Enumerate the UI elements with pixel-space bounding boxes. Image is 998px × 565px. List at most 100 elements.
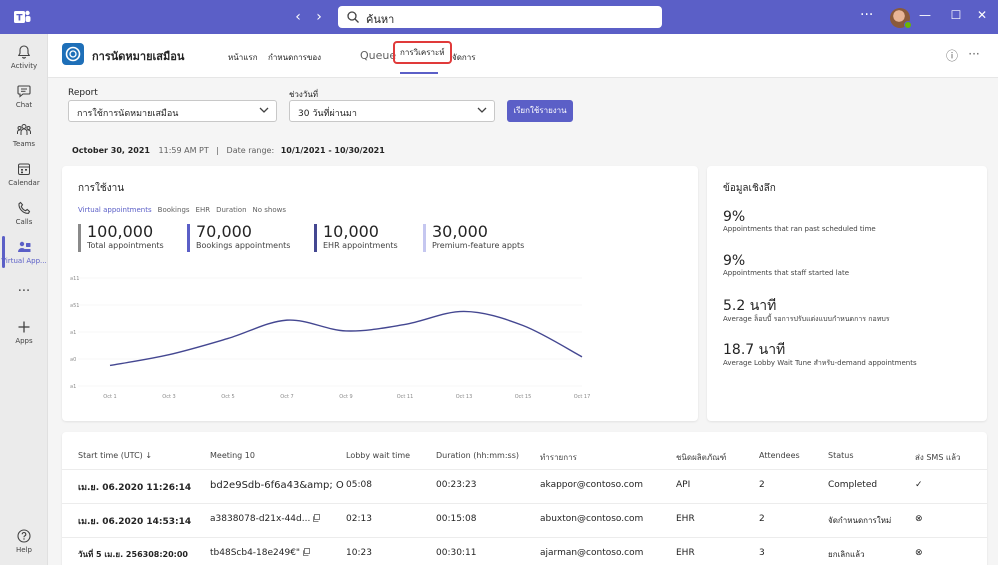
cell-start-time: เม.ย. 06.2020 14:53:14 [78,517,192,527]
x-tick-label: Oct 9 [339,394,352,400]
sms-not-sent-icon: ⊗ [915,548,923,558]
plus-icon [18,321,30,333]
kpi-label: Premium-feature appts [432,241,525,250]
kpi-color-bar [423,224,426,252]
chart-tabs: Virtual appointments Bookings EHR Duration N… [78,206,292,214]
table-row[interactable]: เม.ย. 06.2020 14:53:14 a3838078-d21x-44d… [62,503,987,537]
sms-check-icon: ✓ [915,480,923,490]
chat-icon [17,85,31,98]
report-label: Report [68,88,98,98]
column-header-staff[interactable]: ทำรายการ [540,451,577,464]
report-date: October 30, 2021 [72,146,150,155]
cell-status: Completed [828,480,878,490]
insight-value: 9% [723,253,746,269]
column-header-attendees[interactable]: Attendees [759,451,800,460]
chart-tab-duration[interactable]: Duration [216,206,246,214]
cell-product: API [676,480,691,490]
cell-duration: 00:15:08 [436,514,477,524]
cell-attendees: 3 [759,548,765,558]
cell-attendees: 2 [759,480,765,490]
tab-analytics[interactable]: การวิเคราะห์ [393,41,452,64]
kpi-ehr-appointments: 10,000 EHR appointments [314,224,398,252]
insights-title: ข้อมูลเชิงลึก [723,183,776,194]
insight-label: Appointments that staff started late [723,269,849,277]
column-header-start-time[interactable]: Start time (UTC) ↓ [78,451,152,460]
insight-label: Average Lobby Wait Tune สำหรับ-demand ap… [723,359,917,367]
calendar-icon [18,163,30,175]
insight-value: 9% [723,209,746,225]
kpi-color-bar [314,224,317,252]
kpi-value: 10,000 [323,222,379,241]
chart-tab-no-shows[interactable]: No shows [253,206,286,214]
sms-not-sent-icon: ⊗ [915,514,923,524]
date-range-select[interactable]: 30 วันที่ผ่านมา [289,100,495,122]
tab-manage[interactable]: จัดการ [452,51,476,64]
left-rail: Activity Chat Teams Calendar Calls Virtu… [0,34,48,565]
x-tick-label: Oct 1 [103,394,116,400]
tab-home[interactable]: หน้าแรก [228,51,258,64]
forward-arrow-icon[interactable]: › [311,9,327,25]
y-tick-label: ล0 [70,357,76,363]
app-title: การนัดหมายเสมือน [92,50,185,63]
table-row[interactable]: วันที่ 5 เม.ย. 256308:20:00 tb48Scb4-18e… [62,537,987,565]
cell-status: ยกเลิกแล้ว [828,550,865,559]
rail-item-chat[interactable]: Chat [0,83,48,123]
kpi-total-appointments: 100,000 Total appointments [78,224,164,252]
insight-item: 5.2 นาที Average ล็อบบี้ รอการปรับแต่งแบ… [723,298,890,325]
rail-item-teams[interactable]: Teams [0,122,48,162]
rail-item-calendar[interactable]: Calendar [0,161,48,201]
run-report-button[interactable]: เรียกใช้รายงาน [507,100,573,122]
report-select[interactable]: การใช้การนัดหมายเสมือน [68,100,277,122]
close-icon[interactable]: ✕ [974,8,990,22]
cell-attendees: 2 [759,514,765,524]
copy-icon[interactable] [302,548,310,556]
column-header-product-type[interactable]: ชนิดผลิตภัณฑ์ [676,451,726,464]
chart-tab-ehr[interactable]: EHR [196,206,211,214]
rail-item-calls[interactable]: Calls [0,200,48,240]
rail-item-more[interactable]: ··· [0,284,48,324]
column-header-sms-sent[interactable]: ส่ง SMS แล้ว [915,451,960,464]
phone-icon [18,201,31,214]
rail-item-virtual-appointments[interactable]: Virtual App... [0,239,48,279]
y-tick-label: ล51 [70,303,79,309]
rail-item-apps[interactable]: Apps [0,319,48,359]
teams-logo-icon[interactable]: T [12,7,32,27]
usage-line-chart: ล11 ล51 ล1 ล0 ล1 Oct 1 Oct 3 Oct 5 Oct 7 Oct 9 Oct… [70,276,590,400]
help-icon [17,529,31,543]
tab-schedule[interactable]: กำหนดการของ [268,51,321,64]
column-header-meeting-id[interactable]: Meeting 10 [210,451,255,460]
table-row[interactable]: เม.ย. 06.2020 11:26:14 bd2e9Sdb-6f6a43&a… [62,469,987,503]
chart-tab-bookings[interactable]: Bookings [158,206,190,214]
x-tick-label: Oct 15 [515,394,532,400]
insight-item: 18.7 นาที Average Lobby Wait Tune สำหรับ… [723,342,917,369]
rail-item-activity[interactable]: Activity [0,44,48,84]
cell-staff: akappor@contoso.com [540,480,644,490]
tab-queue[interactable]: Queue [360,49,396,62]
maximize-icon[interactable]: ☐ [948,8,964,22]
column-header-lobby-wait[interactable]: Lobby wait time [346,451,410,460]
sort-arrow-icon[interactable]: ↓ [145,451,152,460]
column-header-status[interactable]: Status [828,451,854,460]
column-header-duration[interactable]: Duration (hh:mm:ss) [436,451,519,460]
copy-icon[interactable] [312,514,321,522]
chart-tab-virtual-appointments[interactable]: Virtual appointments [78,206,152,214]
x-tick-label: Oct 3 [162,394,175,400]
minimize-icon[interactable]: — [917,8,933,22]
meta-separator: | [216,146,219,155]
more-options-icon[interactable]: ··· [966,47,982,63]
rail-label: Teams [12,140,36,148]
search-input[interactable]: ค้นหา [338,6,662,28]
rail-item-help[interactable]: Help [0,528,48,565]
kpi-color-bar [78,224,81,252]
cell-meeting-id: tb48Scb4-18e249€" [210,548,310,558]
back-arrow-icon[interactable]: ‹ [290,9,306,25]
rail-label: Chat [15,101,33,109]
info-icon[interactable]: ⓘ [944,47,960,63]
x-tick-label: Oct 11 [397,394,414,400]
rail-label: Help [16,546,32,554]
cell-lobby-wait: 05:08 [346,480,372,490]
cell-duration: 00:30:11 [436,548,477,558]
app-header: การนัดหมายเสมือน หน้าแรก กำหนดการของ Que… [48,34,998,78]
settings-more-icon[interactable]: ··· [860,7,873,23]
rail-label: Activity [10,62,38,70]
